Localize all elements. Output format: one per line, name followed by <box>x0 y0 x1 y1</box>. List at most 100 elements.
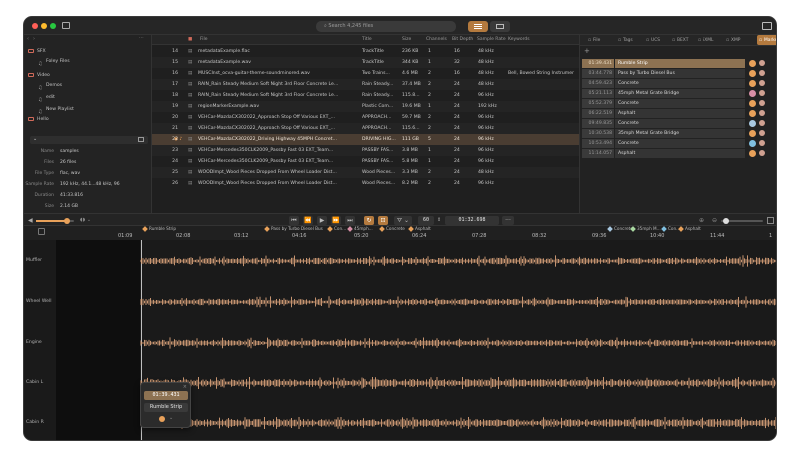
minimize-window-button[interactable] <box>41 23 47 29</box>
ruler-marker-flag[interactable]: Asphalt <box>678 226 701 232</box>
zoom-fit-icon[interactable] <box>767 217 774 224</box>
position-display[interactable]: 01:32.698 <box>445 216 499 225</box>
popup-name-field[interactable]: Rumble Strip <box>144 403 188 412</box>
marker-name[interactable]: 35mph Metal Grate Bridge <box>615 129 745 138</box>
skip-forward-button[interactable]: ⏭ <box>345 216 355 225</box>
col-keywords[interactable]: Keywords <box>508 35 530 45</box>
marker-row[interactable]: 10:53.494 Concrete <box>582 139 776 148</box>
marker-row[interactable]: 11:14.057 Asphalt <box>582 149 776 158</box>
transport-more-button[interactable]: ··· <box>502 216 514 225</box>
marker-mode-button[interactable]: ⛛ ⌄ <box>394 216 412 225</box>
sidebar-item[interactable]: ♫ edit <box>24 93 152 103</box>
tab-markers[interactable]: ▫Markers <box>757 35 776 45</box>
table-row[interactable]: ▤ ◉ ♪ 22 VEHCar-MazdaCX302022_Driving Highw… <box>152 134 579 145</box>
zoom-slider[interactable] <box>721 218 763 224</box>
back-icon[interactable]: ‹ <box>27 36 29 42</box>
waveform-engine[interactable] <box>140 337 777 349</box>
sidebar-filter-bar[interactable]: ⌄ <box>30 136 148 144</box>
table-row[interactable]: ▤ 17 RAIN_Rain Steady Medium Soft Night 3r… <box>152 79 579 90</box>
marker-color-swatch[interactable] <box>749 60 756 67</box>
output-icon[interactable]: ◖◗ ⌄ <box>80 217 91 223</box>
track-toggle-icon[interactable] <box>38 228 45 235</box>
table-row[interactable]: ▤ 24 VEHCar-Mercedes350CLK2009_Passby Fast… <box>152 156 579 167</box>
marker-time[interactable]: 06:22.519 <box>582 109 614 118</box>
ruler-marker-flag[interactable]: Concrete <box>379 226 405 232</box>
tab-xmp[interactable]: ▫ XMP <box>726 35 740 46</box>
marker-time[interactable]: 05:21.113 <box>582 89 614 98</box>
sidebar-item[interactable]: ♫ Foley Files <box>24 57 152 67</box>
marker-options-swatch[interactable] <box>759 130 765 136</box>
stepper-icon[interactable]: ⇕ <box>437 217 441 223</box>
marker-row[interactable]: 06:22.519 Asphalt <box>582 109 776 118</box>
marker-name[interactable]: Concrete <box>615 119 745 128</box>
ruler-marker-flag[interactable]: 35mph M... <box>630 226 661 232</box>
close-icon[interactable]: × <box>183 384 187 390</box>
volume-knob[interactable] <box>64 218 70 224</box>
table-row[interactable]: ▤ 23 VEHCar-Mercedes350CLK2009_Passby Fast… <box>152 145 579 156</box>
marker-color-swatch[interactable] <box>749 110 756 117</box>
marker-time[interactable]: 04:59.423 <box>582 79 614 88</box>
marker-name[interactable]: Concrete <box>615 79 745 88</box>
tab-file[interactable]: ▫ File <box>588 35 600 46</box>
ruler-marker-flag[interactable]: Pass by Turbo Diesel Bus <box>264 226 323 232</box>
waveform-wheel-well[interactable] <box>140 296 777 308</box>
marker-time[interactable]: 10:53.494 <box>582 139 614 148</box>
close-window-button[interactable] <box>32 23 38 29</box>
volume-slider[interactable] <box>36 218 74 224</box>
grid-view-button[interactable] <box>490 21 510 32</box>
table-row[interactable]: ▤ 15 metadataExample.wav TrackTitle 344 KB 1 3… <box>152 57 579 68</box>
marker-name[interactable]: Rumble Strip <box>615 59 745 68</box>
popup-more-icon[interactable]: ⌄ <box>169 415 173 421</box>
marker-row[interactable]: 05:21.113 45mph Metal Grate Bridge <box>582 89 776 98</box>
calendar-icon[interactable] <box>138 137 144 142</box>
marker-color-swatch[interactable] <box>749 80 756 87</box>
col-bit-depth[interactable]: Bit Depth <box>452 35 473 45</box>
marker-color-swatch[interactable] <box>749 100 756 107</box>
marker-options-swatch[interactable] <box>759 110 765 116</box>
marker-name[interactable]: Concrete <box>615 99 745 108</box>
waveform-view[interactable]: 01:09 02:08 03:12 04:16 05:20 06:24 07:28 08:32… <box>24 226 777 440</box>
tab-ucs[interactable]: ▫ UCS <box>646 35 660 46</box>
marker-row[interactable]: 05:52.379 Concrete <box>582 99 776 108</box>
marker-name[interactable]: Asphalt <box>615 149 745 158</box>
col-file[interactable]: File <box>200 35 208 45</box>
table-row[interactable]: ▤ 26 WOODImpt_Wood Pieces Dropped From Whe… <box>152 178 579 189</box>
marker-options-swatch[interactable] <box>759 80 765 86</box>
inspector-toggle-icon[interactable] <box>762 22 772 30</box>
ruler-marker-flag[interactable]: Asphalt <box>408 226 431 232</box>
sidebar-item[interactable]: SFX <box>24 47 152 57</box>
add-icon[interactable]: ⊕ <box>699 217 704 224</box>
marker-options-swatch[interactable] <box>759 90 765 96</box>
marker-name[interactable]: Pass by Turbo Diesel Bus <box>615 69 745 78</box>
loop-count-field[interactable]: 60 <box>418 216 434 225</box>
sidebar-item[interactable]: ♫ Demos <box>24 81 152 91</box>
fast-forward-button[interactable]: ⏩ <box>331 216 341 225</box>
sidebar-item[interactable]: Video <box>24 71 152 81</box>
marker-row[interactable]: 04:59.423 Concrete <box>582 79 776 88</box>
ruler-marker-flag[interactable]: Rumble Strip <box>142 226 176 232</box>
ruler-marker-flag[interactable]: 45mph... <box>347 226 373 232</box>
marker-time[interactable]: 01:39.431 <box>582 59 614 68</box>
sidebar-item[interactable]: ♫ New Playlist <box>24 105 152 115</box>
marker-options-swatch[interactable] <box>759 140 765 146</box>
zoom-window-button[interactable] <box>50 23 56 29</box>
col-title[interactable]: Title <box>362 35 372 45</box>
speaker-icon[interactable]: ◀ <box>28 217 33 224</box>
table-row[interactable]: ▤ 25 WOODImpt_Wood Pieces Dropped From Whe… <box>152 167 579 178</box>
marker-name[interactable]: 45mph Metal Grate Bridge <box>615 89 745 98</box>
marker-options-swatch[interactable] <box>759 120 765 126</box>
marker-color-swatch[interactable] <box>749 150 756 157</box>
zoom-out-icon[interactable]: ⊖ <box>712 217 717 224</box>
marker-time[interactable]: 09:49.835 <box>582 119 614 128</box>
forward-icon[interactable]: › <box>33 36 35 42</box>
marker-time[interactable]: 10:30.538 <box>582 129 614 138</box>
col-size[interactable]: Size <box>402 35 411 45</box>
sidebar-toggle-icon[interactable] <box>62 22 70 29</box>
marker-row[interactable]: 10:30.538 35mph Metal Grate Bridge <box>582 129 776 138</box>
table-row[interactable]: ▤ 19 regionMarkerExample.wav Plastic Com...… <box>152 101 579 112</box>
table-row[interactable]: ▤ 16 MUSCInst_ocva-guitar-theme-soundminor… <box>152 68 579 79</box>
list-view-button[interactable] <box>468 21 488 32</box>
marker-color-swatch[interactable] <box>749 90 756 97</box>
zoom-knob[interactable] <box>723 218 729 224</box>
marker-time[interactable]: 03:44.778 <box>582 69 614 78</box>
